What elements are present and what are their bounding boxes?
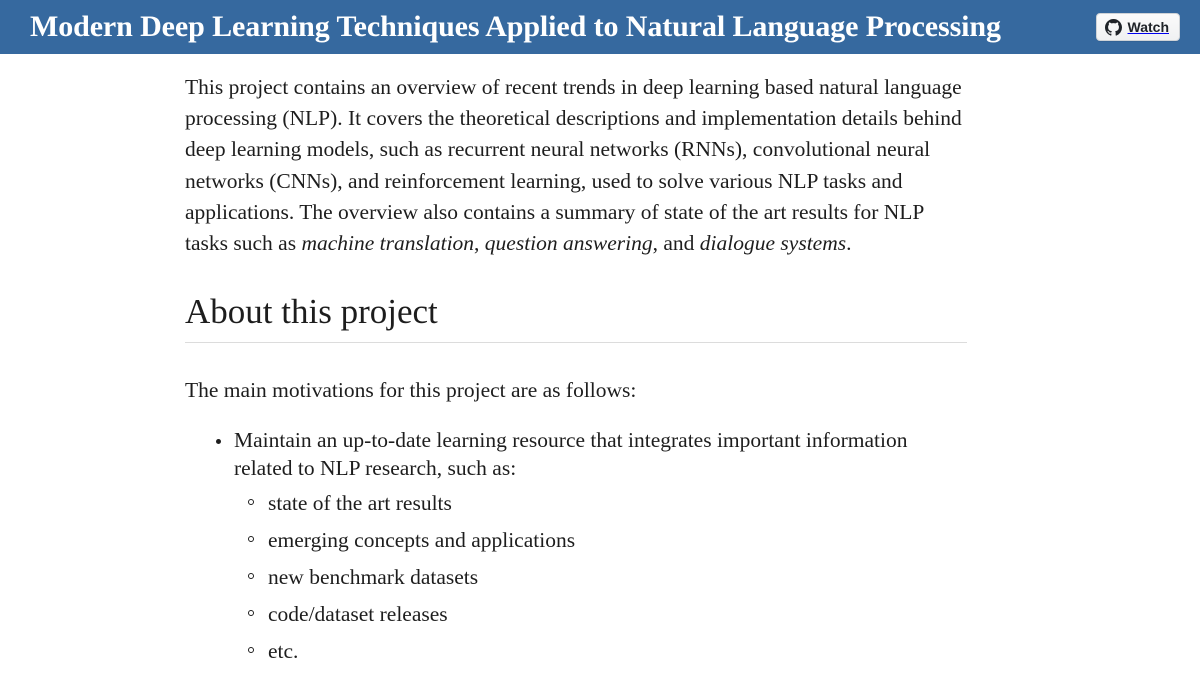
motivations-lead-paragraph: The main motivations for this project ar…	[185, 378, 637, 403]
motivations-list: Maintain an up-to-date learning resource…	[185, 406, 967, 664]
motivations-sublist: state of the art results emerging concep…	[234, 482, 967, 664]
list-item-label: new benchmark datasets	[268, 565, 479, 590]
intro-paragraph: This project contains an overview of rec…	[185, 54, 967, 259]
github-octocat-icon	[1104, 18, 1122, 36]
intro-text-part4: .	[846, 231, 852, 256]
content-column: This project contains an overview of rec…	[185, 54, 967, 664]
watch-button-label: Watch	[1127, 19, 1169, 35]
intro-text-part3: , and	[652, 231, 700, 256]
list-item: Maintain an up-to-date learning resource…	[185, 427, 967, 664]
watch-button[interactable]: Watch	[1095, 13, 1180, 41]
list-item-label: state of the art results	[268, 491, 452, 516]
section-heading-about-this-project: About this project	[185, 259, 967, 344]
main-content: This project contains an overview of rec…	[0, 54, 1200, 664]
list-item: code/dataset releases	[234, 601, 967, 627]
list-item: new benchmark datasets	[234, 564, 967, 590]
list-item-label: Maintain an up-to-date learning resource…	[234, 428, 908, 480]
intro-text-part2: ,	[474, 231, 485, 256]
list-item-label: etc.	[268, 639, 299, 664]
page-title: Modern Deep Learning Techniques Applied …	[30, 10, 1001, 43]
list-item: state of the art results	[234, 490, 967, 516]
list-item-label: code/dataset releases	[268, 602, 448, 627]
intro-emphasis-machine-translation: machine translation	[301, 231, 475, 256]
list-item-label: emerging concepts and applications	[268, 528, 576, 553]
intro-emphasis-question-answering: question answering	[484, 231, 653, 256]
list-item: etc.	[234, 638, 967, 664]
list-item: emerging concepts and applications	[234, 527, 967, 553]
intro-text-part1: This project contains an overview of rec…	[185, 75, 962, 256]
intro-emphasis-dialogue-systems: dialogue systems	[699, 231, 847, 256]
site-header: Modern Deep Learning Techniques Applied …	[0, 0, 1200, 54]
